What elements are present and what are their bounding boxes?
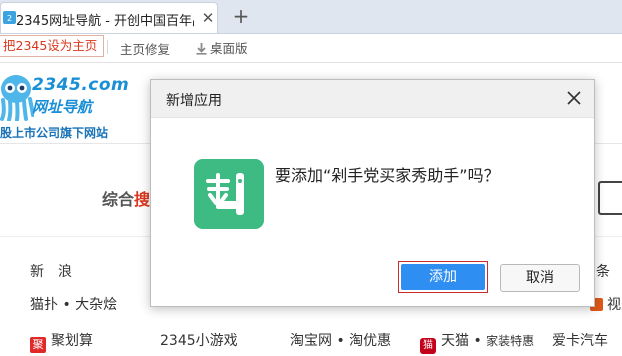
link-mop[interactable]: 猫扑 • 大杂烩 [30,294,117,314]
tab-title: 2345网址导航 - 开创中国百年品牌 [16,14,194,29]
search-tab-comprehensive[interactable]: 综合搜 [102,186,150,210]
download-icon [196,43,207,55]
search-input[interactable] [598,181,622,215]
site-logo[interactable]: 2345.com 网址导航 股上市公司旗下网站 [0,69,130,143]
cancel-button[interactable]: 取消 [500,264,580,292]
link-tmall-label: 天猫 [441,333,469,349]
link-jiazhuang: 家装特惠 [486,334,535,348]
link-tmall[interactable]: 猫天猫 • 家装特惠 [420,330,534,354]
link-juhuasuan-label: 聚划算 [51,333,93,349]
logo-brand: 2345.com [32,75,130,95]
link-mop-label: 猫扑 [30,297,58,313]
set-homepage-link[interactable]: 把2345设为主页 [0,35,105,57]
dialog-title: 新增应用 [166,93,222,109]
logo-subtitle: 网址导航 [32,98,93,116]
site-favicon-icon: 2 [3,11,16,24]
new-tab-icon[interactable]: + [230,5,252,27]
app-icon [194,159,264,229]
link-separator: • [332,333,350,349]
link-xcar[interactable]: 爱卡汽车 [552,330,608,350]
search-tab-label: 综合 [102,190,135,209]
logo-tagline: 股上市公司旗下网站 [0,126,109,140]
search-tab-highlight: 搜 [134,190,151,209]
link-row2-col5-label: 视天 [607,297,622,313]
toolbar-divider [107,40,108,54]
link-sina[interactable]: 新 浪 [30,261,72,281]
desktop-version-label: 桌面版 [210,41,248,56]
link-dazahui: 大杂烩 [75,297,118,313]
link-separator: • [469,333,487,349]
link-2345-games[interactable]: 2345小游戏 [160,330,238,350]
tab-close-icon[interactable]: ✕ [199,9,217,27]
add-app-dialog: 新增应用 要添加“剁手党买家秀助手”吗？ 添加 取消 [150,79,595,307]
link-juhuasuan[interactable]: 聚聚划算 [30,330,93,353]
link-separator: • [58,297,76,313]
dialog-header: 新增应用 [151,80,594,118]
browser-tab[interactable]: 2 2345网址导航 - 开创中国百年品牌 ✕ [0,2,218,33]
bookmarks-bar: 把2345设为主页 主页修复 桌面版 [0,34,622,63]
link-taobao-label: 淘宝网 [290,333,332,349]
link-taobao[interactable]: 淘宝网 • 淘优惠 [290,330,391,350]
add-button-label: 添加 [401,264,485,290]
octopus-mascot-icon [0,75,34,121]
add-button[interactable]: 添加 [398,261,488,293]
link-row1-col5[interactable]: 条 [596,261,610,281]
close-icon[interactable] [564,88,584,108]
tmall-icon: 猫 [420,338,436,354]
desktop-version-link[interactable]: 桌面版 [196,38,248,57]
juhuasuan-icon: 聚 [30,337,46,353]
homepage-fix-link[interactable]: 主页修复 [120,39,170,58]
tab-strip: 2 2345网址导航 - 开创中国百年品牌 ✕ + [0,0,622,34]
link-taoyouhui: 淘优惠 [349,333,392,349]
svg-text:2: 2 [7,14,12,23]
dialog-question: 要添加“剁手党买家秀助手”吗？ [275,166,500,185]
